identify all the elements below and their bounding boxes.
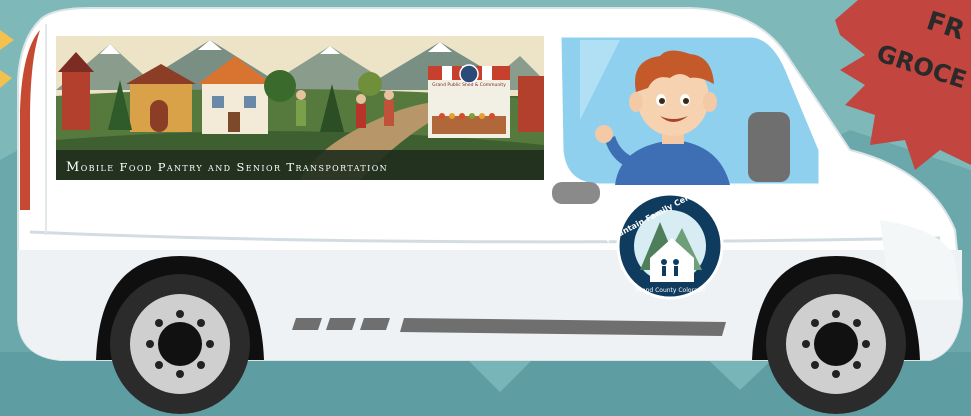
logo-location: Grand County Colorado — [635, 287, 706, 294]
banner-caption: Mobile Food Pantry and Senior Transporta… — [66, 160, 389, 175]
van-illustration: FR GROCE Grand Public Shed & Community M… — [0, 0, 971, 416]
door-handle — [552, 182, 600, 204]
waving-hand — [595, 125, 613, 143]
illustration-scene: FR GROCE Grand Public Shed & Community M… — [0, 0, 971, 416]
market-sign-text: Grand Public Shed & Community — [432, 82, 506, 88]
side-mirror — [748, 112, 790, 182]
